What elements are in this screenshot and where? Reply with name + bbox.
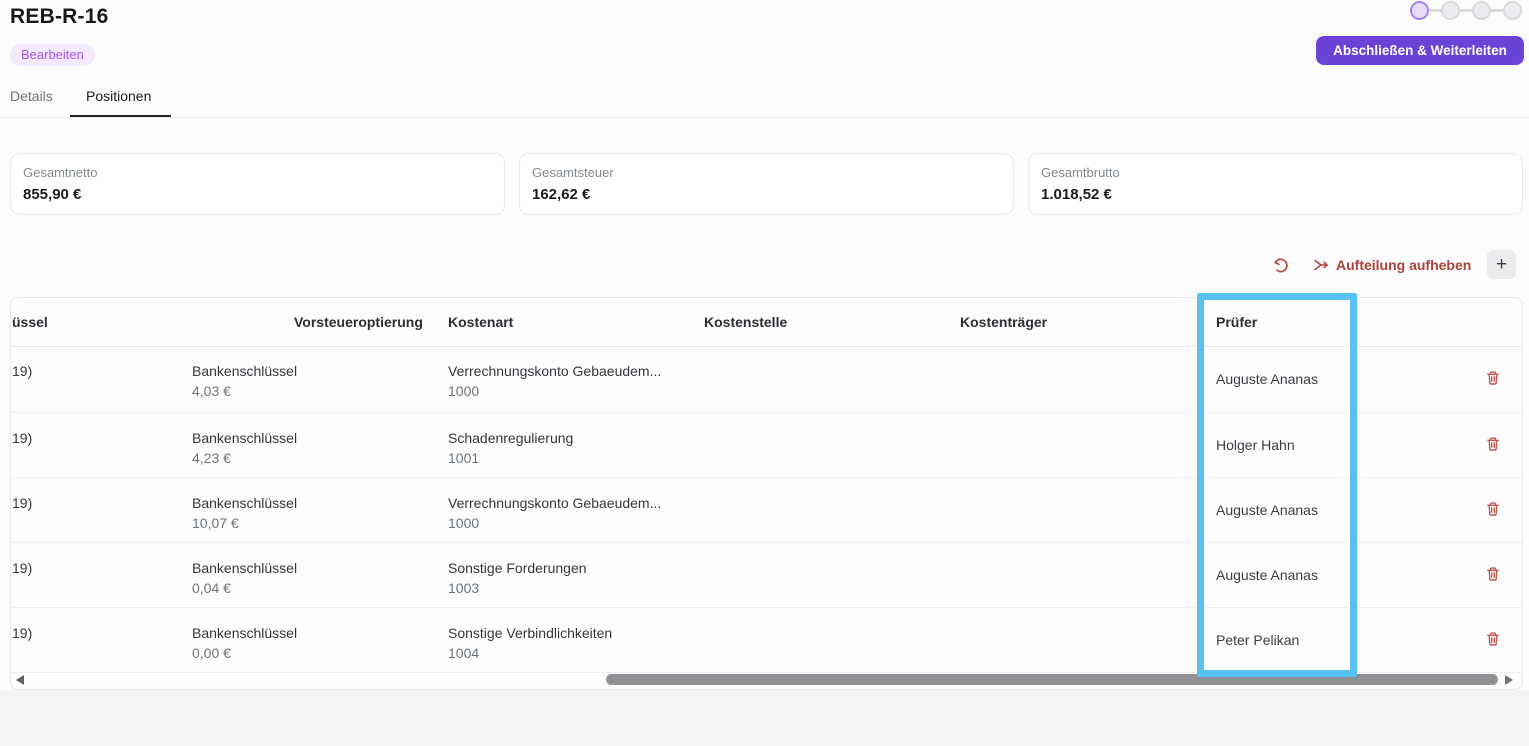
cell-steuerschluessel: 19)	[12, 430, 33, 446]
cell-vorsteuer-betrag: 4,03 €	[192, 383, 231, 399]
undo-icon	[1273, 257, 1288, 272]
column-header-schluessel[interactable]: üssel	[12, 298, 48, 346]
cell-kostenart: Schadenregulierung	[448, 430, 574, 446]
column-header-pruefer[interactable]: Prüfer	[1216, 298, 1257, 346]
delete-row-button[interactable]	[1484, 370, 1502, 388]
cell-vorsteuer-betrag: 0,04 €	[192, 580, 231, 596]
cell-kostenart-code: 1001	[448, 450, 480, 466]
trash-icon	[1487, 502, 1499, 516]
cell-vorsteuer-label: Bankenschlüssel	[192, 625, 298, 641]
horizontal-scrollbar-thumb[interactable]	[606, 674, 1498, 685]
column-header-kostenart[interactable]: Kostenart	[448, 298, 513, 346]
step-dot-4	[1503, 1, 1522, 20]
status-badge: Bearbeiten	[10, 44, 95, 66]
undo-button[interactable]	[1270, 255, 1290, 275]
unsplit-button[interactable]: Aufteilung aufheben	[1312, 253, 1471, 277]
step-connector	[1460, 9, 1472, 12]
cell-kostenart: Sonstige Verbindlichkeiten	[448, 625, 613, 641]
trash-icon	[1487, 437, 1499, 451]
unsplit-label: Aufteilung aufheben	[1336, 257, 1472, 273]
cell-vorsteuer-betrag: 4,23 €	[192, 450, 231, 466]
column-header-vorsteuer[interactable]: Vorsteueroptierung	[294, 298, 423, 346]
card-value: 855,90 €	[23, 186, 82, 203]
cell-kostenart-code: 1003	[448, 580, 480, 596]
column-header-kostentraeger[interactable]: Kostenträger	[960, 298, 1047, 346]
positions-table: üssel Vorsteueroptierung Kostenart Koste…	[10, 297, 1523, 690]
step-connector	[1491, 9, 1503, 12]
scroll-right-arrow[interactable]	[1505, 675, 1513, 685]
cell-vorsteuer-betrag: 0,00 €	[192, 645, 231, 661]
delete-row-button[interactable]	[1484, 501, 1502, 519]
table-row: 19) Bankenschlüssel 0,00 € Sonstige Verb…	[11, 608, 1522, 673]
cell-steuerschluessel: 19)	[12, 625, 33, 641]
cell-vorsteuer-label: Bankenschlüssel	[192, 560, 298, 576]
table-row: 19) Bankenschlüssel 4,23 € Schadenreguli…	[11, 413, 1522, 478]
trash-icon	[1487, 567, 1499, 581]
card-value: 1.018,52 €	[1041, 186, 1112, 203]
card-label: Gesamtsteuer	[532, 165, 614, 180]
cell-vorsteuer-label: Bankenschlüssel	[192, 495, 298, 511]
delete-row-button[interactable]	[1484, 566, 1502, 584]
card-gesamtbrutto: Gesamtbrutto 1.018,52 €	[1028, 153, 1523, 215]
table-row: 19) Bankenschlüssel 0,04 € Sonstige Ford…	[11, 543, 1522, 608]
column-header-kostenstelle[interactable]: Kostenstelle	[704, 298, 787, 346]
cell-pruefer[interactable]: Auguste Ananas	[1216, 478, 1318, 542]
trash-icon	[1487, 632, 1499, 646]
cell-pruefer[interactable]: Holger Hahn	[1216, 413, 1295, 477]
tab-bar-divider	[0, 117, 1529, 118]
delete-row-button[interactable]	[1484, 436, 1502, 454]
finish-forward-button[interactable]: Abschließen & Weiterleiten	[1316, 36, 1524, 65]
cell-vorsteuer-label: Bankenschlüssel	[192, 430, 298, 446]
page-title: REB-R-16	[10, 5, 109, 28]
step-dot-2	[1441, 1, 1460, 20]
cell-steuerschluessel: 19)	[12, 363, 33, 379]
scroll-left-arrow[interactable]	[16, 675, 24, 685]
card-label: Gesamtnetto	[23, 165, 98, 180]
cell-pruefer[interactable]: Auguste Ananas	[1216, 346, 1318, 412]
cell-pruefer[interactable]: Peter Pelikan	[1216, 608, 1299, 672]
step-dot-1	[1410, 1, 1429, 20]
progress-stepper	[1410, 1, 1522, 20]
cell-pruefer[interactable]: Auguste Ananas	[1216, 543, 1318, 607]
table-row: 19) Bankenschlüssel 10,07 € Verrechnungs…	[11, 478, 1522, 543]
card-label: Gesamtbrutto	[1041, 165, 1120, 180]
cell-steuerschluessel: 19)	[12, 495, 33, 511]
cell-vorsteuer-label: Bankenschlüssel	[192, 363, 298, 379]
cell-kostenart: Verrechnungskonto Gebaeudem...	[448, 495, 662, 511]
card-value: 162,62 €	[532, 186, 591, 203]
merge-arrows-icon	[1314, 259, 1328, 271]
table-row: 19) Bankenschlüssel 4,03 € Verrechnungsk…	[11, 346, 1522, 413]
cell-kostenart-code: 1000	[448, 383, 480, 399]
card-gesamtnetto: Gesamtnetto 855,90 €	[10, 153, 505, 215]
tab-positionen[interactable]: Positionen	[86, 88, 151, 104]
add-position-button[interactable]: +	[1487, 250, 1516, 279]
tab-details[interactable]: Details	[10, 88, 53, 104]
cell-kostenart: Verrechnungskonto Gebaeudem...	[448, 363, 662, 379]
step-dot-3	[1472, 1, 1491, 20]
cell-kostenart-code: 1000	[448, 515, 480, 531]
cell-kostenart-code: 1004	[448, 645, 480, 661]
trash-icon	[1487, 371, 1499, 385]
card-gesamtsteuer: Gesamtsteuer 162,62 €	[519, 153, 1014, 215]
cell-kostenart: Sonstige Forderungen	[448, 560, 587, 576]
cell-vorsteuer-betrag: 10,07 €	[192, 515, 239, 531]
delete-row-button[interactable]	[1484, 631, 1502, 649]
cell-steuerschluessel: 19)	[12, 560, 33, 576]
step-connector	[1429, 9, 1441, 12]
